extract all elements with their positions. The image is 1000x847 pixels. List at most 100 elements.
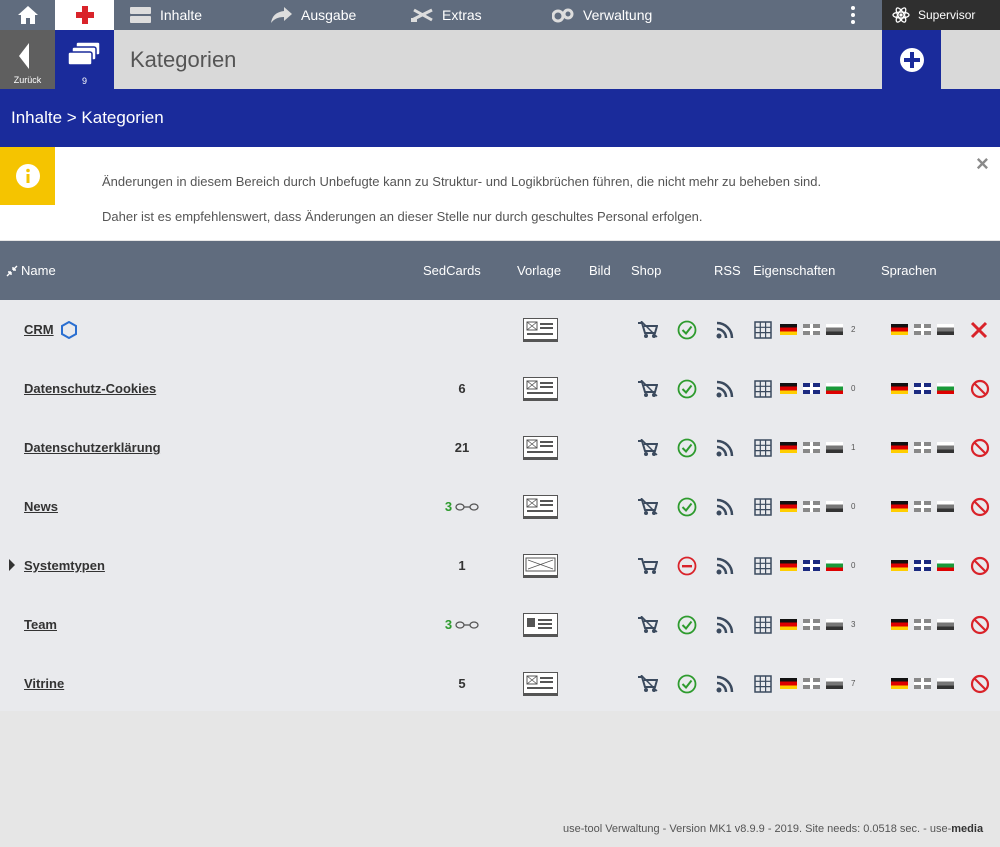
col-sedcards[interactable]: SedCards	[423, 241, 481, 300]
add-category-button[interactable]	[882, 30, 941, 89]
status-toggle[interactable]	[677, 595, 697, 654]
template-preview[interactable]	[523, 359, 558, 418]
forbidden-icon[interactable]	[970, 674, 990, 694]
row-action[interactable]	[970, 654, 990, 713]
rss-toggle[interactable]	[716, 300, 734, 359]
shop-toggle[interactable]	[638, 300, 658, 359]
rss-toggle[interactable]	[716, 477, 734, 536]
shop-toggle[interactable]	[638, 536, 658, 595]
languages-cell[interactable]	[891, 418, 960, 477]
shop-toggle[interactable]	[638, 654, 658, 713]
status-toggle[interactable]	[677, 654, 697, 713]
nav-verwaltung[interactable]: Verwaltung	[552, 0, 652, 30]
user-menu[interactable]: Supervisor	[882, 0, 1000, 30]
shop-toggle[interactable]	[638, 418, 658, 477]
row-action[interactable]	[970, 359, 990, 418]
languages-cell[interactable]	[891, 300, 960, 359]
check-circle-icon[interactable]	[677, 674, 697, 694]
category-name-link[interactable]: Systemtypen	[24, 536, 105, 595]
category-name-link[interactable]: Team	[24, 595, 57, 654]
check-circle-icon[interactable]	[677, 438, 697, 458]
home-button[interactable]	[0, 0, 55, 30]
row-action[interactable]	[970, 536, 990, 595]
rss-toggle[interactable]	[716, 536, 734, 595]
cart-icon[interactable]	[638, 557, 658, 575]
properties-cell[interactable]: 1	[754, 418, 855, 477]
col-eigenschaften[interactable]: Eigenschaften	[753, 241, 835, 300]
row-action[interactable]	[970, 300, 988, 359]
status-toggle[interactable]	[677, 418, 697, 477]
col-name[interactable]: Name	[21, 241, 56, 300]
forbidden-icon[interactable]	[970, 379, 990, 399]
rss-toggle[interactable]	[716, 654, 734, 713]
nav-inhalte[interactable]: Inhalte	[130, 0, 202, 30]
languages-cell[interactable]	[891, 654, 960, 713]
template-preview[interactable]	[523, 595, 558, 654]
sedcards-count[interactable]: 3	[420, 477, 504, 536]
col-rss[interactable]: RSS	[714, 241, 741, 300]
template-preview[interactable]	[523, 654, 558, 713]
cart-disabled-icon[interactable]	[638, 438, 658, 457]
expand-row-icon[interactable]	[9, 559, 15, 571]
col-shop[interactable]: Shop	[631, 241, 661, 300]
cart-disabled-icon[interactable]	[638, 615, 658, 634]
category-name-link[interactable]: Vitrine	[24, 654, 64, 713]
collapse-arrows-icon[interactable]	[6, 265, 18, 277]
template-preview[interactable]	[523, 418, 558, 477]
quick-add-button[interactable]	[55, 0, 114, 30]
col-bild[interactable]: Bild	[589, 241, 611, 300]
shop-toggle[interactable]	[638, 359, 658, 418]
category-name-link[interactable]: News	[24, 477, 58, 536]
row-action[interactable]	[970, 418, 990, 477]
properties-cell[interactable]: 0	[754, 477, 855, 536]
cart-disabled-icon[interactable]	[638, 497, 658, 516]
forbidden-icon[interactable]	[970, 497, 990, 517]
languages-cell[interactable]	[891, 359, 960, 418]
check-circle-icon[interactable]	[677, 615, 697, 635]
properties-cell[interactable]: 0	[754, 536, 855, 595]
col-vorlage[interactable]: Vorlage	[517, 241, 561, 300]
rss-toggle[interactable]	[716, 359, 734, 418]
category-name-link[interactable]: CRM	[24, 300, 77, 359]
more-menu-icon[interactable]	[846, 0, 860, 30]
status-toggle[interactable]	[677, 359, 697, 418]
check-circle-icon[interactable]	[677, 320, 697, 340]
rss-toggle[interactable]	[716, 595, 734, 654]
shop-toggle[interactable]	[638, 595, 658, 654]
close-icon[interactable]: ×	[976, 151, 989, 177]
rss-toggle[interactable]	[716, 418, 734, 477]
languages-cell[interactable]	[891, 536, 960, 595]
cart-disabled-icon[interactable]	[638, 674, 658, 693]
cart-disabled-icon[interactable]	[638, 379, 658, 398]
check-circle-icon[interactable]	[677, 379, 697, 399]
categories-button[interactable]: 9	[55, 30, 114, 89]
status-toggle[interactable]	[677, 536, 697, 595]
delete-x-icon[interactable]	[970, 321, 988, 339]
nav-extras[interactable]: Extras	[411, 0, 482, 30]
properties-cell[interactable]: 2	[754, 300, 855, 359]
row-action[interactable]	[970, 477, 990, 536]
nav-ausgabe[interactable]: Ausgabe	[270, 0, 356, 30]
template-preview[interactable]	[523, 300, 558, 359]
forbidden-icon[interactable]	[970, 556, 990, 576]
blocked-circle-icon[interactable]	[677, 556, 697, 576]
check-circle-icon[interactable]	[677, 497, 697, 517]
status-toggle[interactable]	[677, 300, 697, 359]
row-action[interactable]	[970, 595, 990, 654]
template-preview[interactable]	[523, 477, 558, 536]
shop-toggle[interactable]	[638, 477, 658, 536]
properties-cell[interactable]: 3	[754, 595, 855, 654]
col-sprachen[interactable]: Sprachen	[881, 241, 937, 300]
category-name-link[interactable]: Datenschutz-Cookies	[24, 359, 156, 418]
forbidden-icon[interactable]	[970, 615, 990, 635]
properties-cell[interactable]: 7	[754, 654, 855, 713]
forbidden-icon[interactable]	[970, 438, 990, 458]
properties-cell[interactable]: 0	[754, 359, 855, 418]
category-name-link[interactable]: Datenschutzerklärung	[24, 418, 161, 477]
status-toggle[interactable]	[677, 477, 697, 536]
back-button[interactable]: Zurück	[0, 30, 55, 89]
template-preview[interactable]	[523, 536, 558, 595]
sedcards-count[interactable]: 3	[420, 595, 504, 654]
languages-cell[interactable]	[891, 595, 960, 654]
cart-disabled-icon[interactable]	[638, 320, 658, 339]
